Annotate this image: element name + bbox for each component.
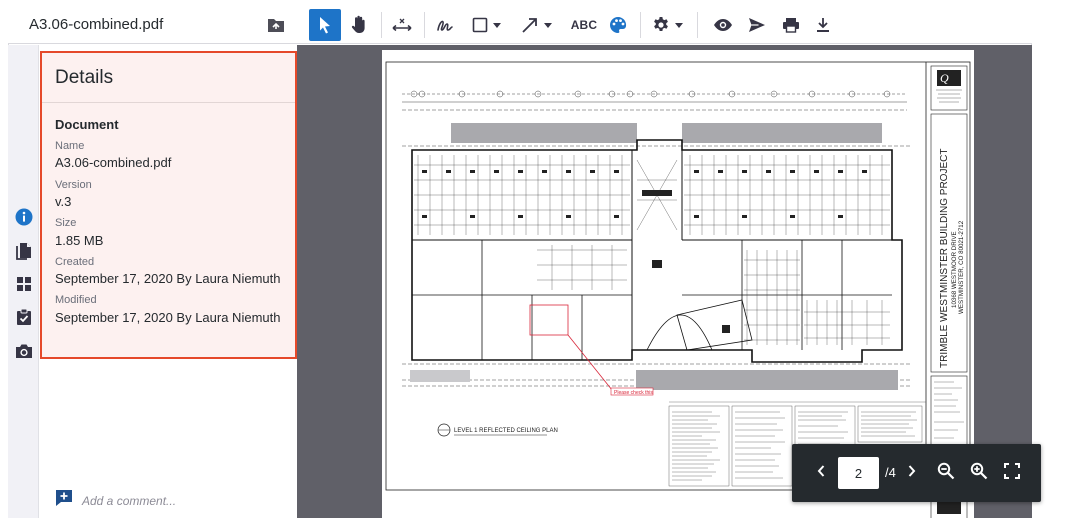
plan-title: LEVEL 1 REFLECTED CEILING PLAN — [454, 428, 558, 434]
zoom-in-button[interactable] — [968, 462, 990, 485]
toolbar-divider — [640, 12, 641, 38]
shape-tool-button[interactable] — [467, 9, 505, 41]
gear-icon — [652, 16, 670, 34]
page-navigator: /4 — [792, 444, 1041, 502]
created-value: September 17, 2020 By Laura Niemuth — [55, 271, 281, 286]
select-tool-button[interactable] — [309, 9, 341, 41]
folder-icon[interactable] — [267, 17, 285, 33]
side-rail — [8, 45, 39, 518]
project-address-1: 10368 WESTMOOR DRIVE — [951, 231, 958, 308]
markup-toolbar: ABC — [297, 6, 1032, 44]
add-comment-icon — [55, 489, 73, 512]
grid-icon — [16, 276, 32, 297]
square-icon — [472, 17, 488, 33]
toolbar-divider — [424, 12, 425, 38]
arrow-line-icon — [521, 16, 539, 34]
version-label: Version — [55, 179, 92, 191]
color-tool-button[interactable] — [604, 9, 632, 41]
name-label: Name — [55, 140, 85, 152]
add-comment-placeholder: Add a comment... — [82, 493, 177, 508]
markup-callout-text: Please check this — [614, 390, 653, 396]
send-icon — [748, 17, 766, 33]
add-comment[interactable]: Add a comment... — [55, 489, 176, 512]
file-header: A3.06-combined.pdf — [8, 6, 297, 44]
pan-tool-button[interactable] — [345, 9, 373, 41]
rail-snapshots-button[interactable] — [13, 342, 35, 364]
zoom-out-icon — [937, 462, 955, 485]
eye-icon — [713, 18, 733, 32]
camera-icon — [15, 343, 33, 364]
document-icon — [16, 242, 32, 265]
fullscreen-button[interactable] — [1001, 462, 1023, 484]
freehand-tool-button[interactable] — [432, 9, 458, 41]
rail-documents-button[interactable] — [13, 242, 35, 264]
rail-thumbnails-button[interactable] — [13, 275, 35, 297]
document-section-title: Document — [55, 117, 119, 132]
modified-label: Modified — [55, 294, 97, 306]
chevron-right-icon — [907, 464, 917, 483]
project-title: TRIMBLE WESTMINSTER BUILDING PROJECT — [939, 149, 950, 368]
download-tool-button[interactable] — [809, 9, 837, 41]
info-icon — [15, 208, 33, 231]
size-label: Size — [55, 217, 77, 229]
view-tool-button[interactable] — [709, 9, 737, 41]
hand-icon — [350, 15, 368, 35]
toolbar-divider — [697, 12, 698, 38]
clipboard-check-icon — [16, 308, 32, 331]
fullscreen-icon — [1004, 462, 1020, 484]
file-name: A3.06-combined.pdf — [29, 16, 164, 33]
palette-icon — [609, 16, 627, 34]
download-icon — [816, 17, 830, 33]
rail-tasks-button[interactable] — [13, 308, 35, 330]
created-label: Created — [55, 256, 95, 268]
measure-icon — [391, 17, 413, 33]
send-tool-button[interactable] — [743, 9, 771, 41]
text-tool-button[interactable]: ABC — [568, 9, 600, 41]
freehand-signature-icon — [436, 17, 454, 33]
next-page-button[interactable] — [905, 463, 919, 483]
cursor-arrow-icon — [317, 16, 333, 34]
zoom-in-icon — [970, 462, 988, 485]
zoom-out-button[interactable] — [935, 462, 957, 485]
chevron-down-icon — [543, 22, 552, 28]
modified-value: September 17, 2020 By Laura Niemuth — [55, 310, 281, 325]
version-value: v.3 — [55, 194, 72, 209]
firm-logo: Q — [940, 71, 949, 85]
text-tool-label: ABC — [570, 18, 598, 32]
previous-page-button[interactable] — [814, 463, 828, 483]
rail-info-button[interactable] — [13, 208, 35, 230]
size-value: 1.85 MB — [55, 233, 104, 248]
page-number-input[interactable] — [838, 457, 879, 489]
chevron-down-icon — [674, 22, 683, 28]
chevron-left-icon — [816, 464, 826, 483]
divider — [42, 102, 295, 103]
settings-tool-button[interactable] — [647, 9, 687, 41]
chevron-down-icon — [492, 22, 501, 28]
measure-tool-button[interactable] — [387, 9, 417, 41]
print-tool-button[interactable] — [777, 9, 805, 41]
document-details-card: Details Document Name A3.06-combined.pdf… — [40, 51, 297, 359]
name-value: A3.06-combined.pdf — [55, 155, 172, 170]
project-address-2: WESTMINSTER, CO 80021-2712 — [958, 220, 965, 314]
page-total: /4 — [885, 465, 896, 480]
line-tool-button[interactable] — [516, 9, 556, 41]
print-icon — [782, 17, 800, 33]
toolbar-divider — [381, 12, 382, 38]
details-title: Details — [55, 67, 114, 88]
